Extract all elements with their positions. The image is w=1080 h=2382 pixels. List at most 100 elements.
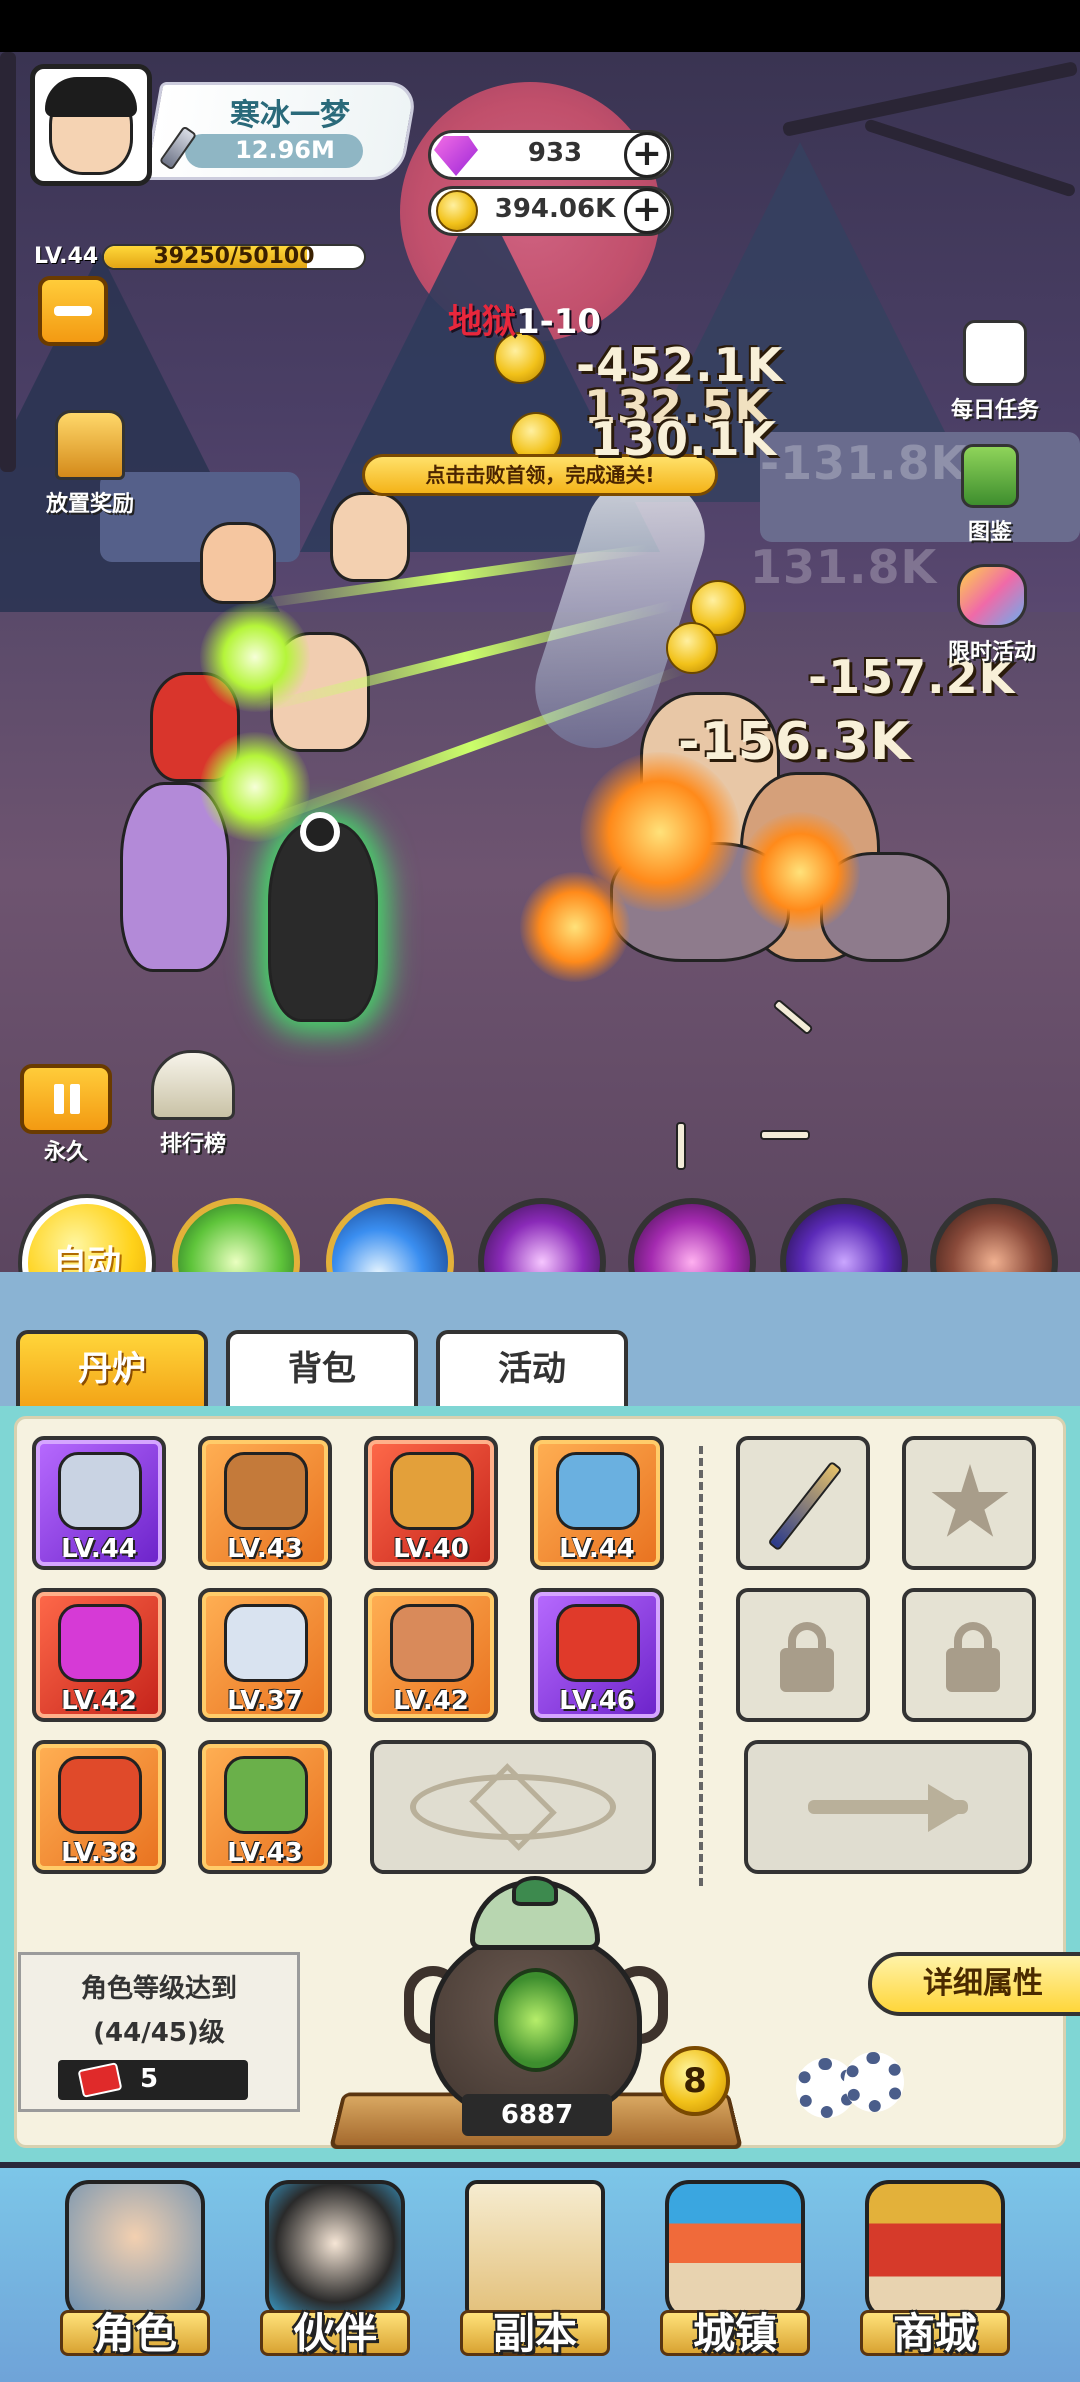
equipment-level: LV.46 [559,1686,635,1716]
daily-tasks-button[interactable]: 每日任务 [940,320,1050,424]
damage-number: 130.1K [590,412,778,466]
tab-events[interactable]: 活动 [436,1330,628,1406]
idle-reward-button[interactable]: 放置奖励 [30,410,150,518]
collapse-button[interactable] [38,276,108,346]
equipment-slot[interactable]: LV.42 [364,1588,498,1722]
equipment-slot[interactable]: LV.44 [32,1436,166,1570]
player-name: 寒冰一梦 [230,98,350,133]
book-icon [961,444,1019,508]
limited-event-label: 限时活动 [947,640,1036,665]
equipment-slot[interactable]: LV.44 [530,1436,664,1570]
bone-icon [676,1122,686,1170]
requirement-line-2: (44/45)级 [93,2018,225,2048]
scroll-map-icon [465,2180,605,2320]
nav-character[interactable]: 角色 [40,2180,230,2370]
equipment-level: LV.44 [61,1534,137,1564]
gauntlet-icon [58,1756,142,1834]
pagoda-town-icon [665,2180,805,2320]
furnace-knob [512,1876,558,1906]
nav-dungeon-label: 副本 [492,2309,577,2358]
star-emblem-icon [931,1464,1009,1537]
nav-partner[interactable]: 伙伴 [240,2180,430,2370]
coin-amount: 394.06K [494,194,616,224]
nav-town-label: 城镇 [692,2309,777,2358]
helmet-icon [224,1452,308,1530]
flame-icon [58,1604,142,1682]
equipment-slot[interactable]: LV.38 [32,1740,166,1874]
tab-backpack[interactable]: 背包 [226,1330,418,1406]
bone-icon [760,1130,810,1140]
furnace-flame-icon [494,1968,578,2072]
settings-gear-icon[interactable] [796,2048,908,2128]
equipment-level: LV.42 [61,1686,137,1716]
xp-value: 39250/50100 [153,244,315,269]
nav-dungeon[interactable]: 副本 [440,2180,630,2370]
requirement-line-1: 角色等级达到 [80,1974,237,2004]
add-gems-button[interactable]: + [624,132,670,178]
damage-number: -131.8K [760,436,968,490]
locked-slot[interactable] [902,1588,1036,1722]
gem-icon [556,1604,640,1682]
shield-icon [224,1604,308,1682]
equipment-level: LV.44 [559,1534,635,1564]
equipment-level: LV.37 [227,1686,303,1716]
tree-branch [781,60,1079,138]
combat-power: 12.96M [235,136,335,164]
codex-label: 图鉴 [967,520,1012,545]
avatar-hair [45,77,137,117]
locked-slot[interactable] [736,1588,870,1722]
furnace-level-badge: 8 [660,2046,730,2116]
weapon-slot[interactable] [736,1436,870,1570]
stage-label: 地狱1-10 [448,294,601,343]
gem-amount: 933 [527,138,583,168]
stage-prefix: 地狱 [448,302,516,342]
character-portrait-icon [65,2180,205,2320]
daily-tasks-label: 每日任务 [950,398,1039,423]
magic-circle-slot[interactable] [370,1740,656,1874]
boots-icon [224,1756,308,1834]
nav-shop[interactable]: 商城 [840,2180,1030,2370]
hero-brown-hair [330,492,410,582]
equipment-slot[interactable]: LV.46 [530,1588,664,1722]
limited-event-button[interactable]: 限时活动 [932,564,1052,666]
armor-icon [390,1452,474,1530]
codex-button[interactable]: 图鉴 [940,444,1040,546]
tab-furnace[interactable]: 丹炉 [16,1330,208,1406]
leaderboard-button[interactable]: 排行榜 [138,1050,248,1158]
hero-green-aura [268,822,378,1022]
add-coins-button[interactable]: + [624,188,670,234]
equipment-slot[interactable]: LV.43 [198,1740,332,1874]
arrow-slot[interactable] [744,1740,1032,1874]
stage-number: 1-10 [516,302,602,342]
fire-burst [740,812,860,932]
ticket-count: 5 [140,2064,159,2094]
emblem-slot[interactable] [902,1436,1036,1570]
leaderboard-label: 排行榜 [159,1132,226,1157]
equipment-slot[interactable]: LV.37 [198,1588,332,1722]
furnace-count: 6887 [462,2094,612,2136]
shop-building-icon [865,2180,1005,2320]
party-popper-icon [957,564,1027,628]
nav-shop-label: 商城 [892,2309,977,2358]
equipment-slot[interactable]: LV.43 [198,1436,332,1570]
equipment-level: LV.43 [227,1838,303,1868]
task-list-icon [963,320,1027,386]
equipment-slot[interactable]: LV.42 [32,1588,166,1722]
treasure-chest-icon [55,410,125,480]
player-avatar[interactable] [30,64,152,186]
nav-town[interactable]: 城镇 [640,2180,830,2370]
detail-attributes-button[interactable]: 详细属性 [868,1952,1080,2016]
fire-burst [520,872,630,982]
permanent-label: 永久 [43,1140,88,1165]
nav-partner-label: 伙伴 [292,2309,377,2358]
hero-fox-girl [200,522,276,604]
equipment-slot[interactable]: LV.40 [364,1436,498,1570]
staff-icon [767,1460,843,1552]
coin-drop-icon [666,622,718,674]
yinyang-orb [300,812,340,852]
equipment-level: LV.38 [61,1838,137,1868]
orb-icon [556,1452,640,1530]
pause-button[interactable] [20,1064,112,1134]
idle-reward-label: 放置奖励 [45,492,134,517]
damage-number: -156.3K [678,712,912,772]
